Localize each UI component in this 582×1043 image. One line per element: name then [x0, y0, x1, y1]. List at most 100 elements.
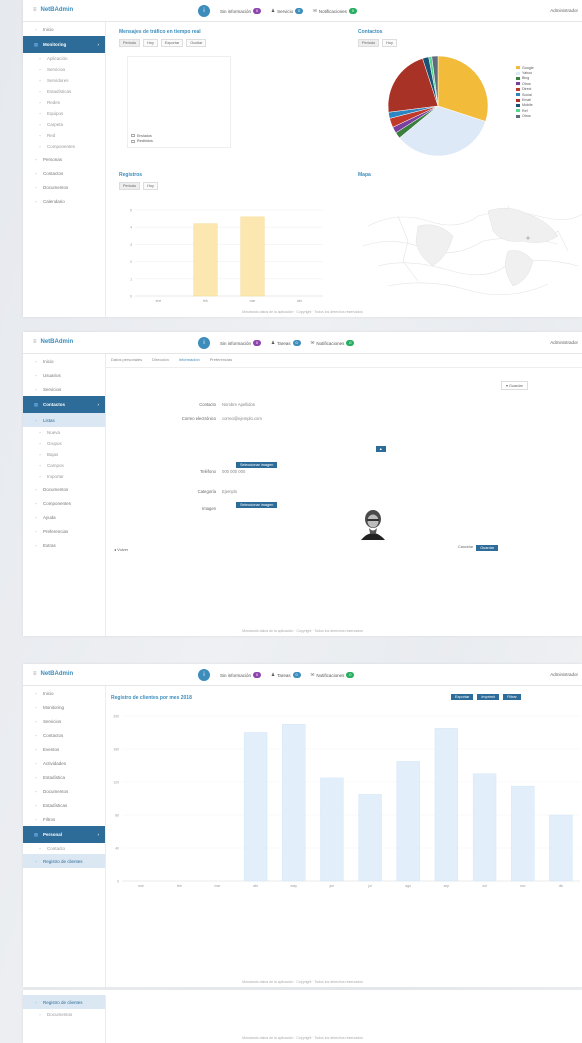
upload-image-button[interactable]: Seleccionar imagen — [236, 502, 278, 508]
nav-item-service[interactable]: ♟ Servicio 0 — [271, 8, 304, 14]
sidebar-item[interactable]: ◦ Contactos — [23, 166, 105, 180]
sidebar-item[interactable]: ◦ Red — [23, 130, 105, 141]
sidebar-item[interactable]: ◦ Calendario — [23, 194, 105, 208]
sidebar-item[interactable]: ◦ Componentes — [23, 141, 105, 152]
user-menu[interactable]: Administrador — [550, 672, 578, 677]
sidebar-item[interactable]: ◦ Extras — [23, 538, 105, 552]
sidebar-item[interactable]: ◦ Contactos — [23, 728, 105, 742]
sidebar-item[interactable]: ◦ Estadísticas — [23, 798, 105, 812]
sidebar-item[interactable]: ◦ Contacto — [23, 843, 105, 854]
sidebar-item[interactable]: ◦ Inicio — [23, 354, 105, 368]
bar[interactable] — [434, 728, 459, 882]
control-button[interactable]: Periodo — [358, 39, 380, 47]
info-icon[interactable]: i — [198, 5, 210, 17]
sidebar-item[interactable]: ◦ Aplicación — [23, 53, 105, 64]
control-button[interactable]: Hoy — [143, 39, 158, 47]
menu-icon[interactable]: ≡ — [33, 7, 37, 13]
sidebar-item[interactable]: ◦ Estadísticas — [23, 86, 105, 97]
bar[interactable] — [193, 223, 218, 297]
sidebar-item[interactable]: ◦ Grupos — [23, 438, 105, 449]
brand[interactable]: ≡ NetBAdmin — [33, 7, 73, 13]
sidebar-item[interactable]: ◦ Documentos — [23, 180, 105, 194]
sidebar-item[interactable]: ◦ Importar — [23, 471, 105, 482]
nav-item-service[interactable]: ♟ Tareas 0 — [271, 672, 301, 678]
tab[interactable]: Preferencias — [210, 357, 232, 362]
save-button[interactable]: Guardar — [476, 545, 499, 551]
bar[interactable] — [243, 732, 268, 882]
world-map[interactable] — [358, 186, 582, 311]
field-value[interactable]: 000 000 000 — [222, 469, 245, 474]
sidebar-item[interactable]: ◦ Servicios — [23, 64, 105, 75]
upload-button[interactable]: ▲ — [376, 446, 386, 452]
sidebar-item[interactable]: ◦ Estadística — [23, 770, 105, 784]
nav-item-info[interactable]: Sin información 0 — [220, 8, 262, 14]
tab[interactable]: Dirección — [152, 357, 169, 362]
control-button[interactable]: Hoy — [382, 39, 397, 47]
sidebar-item[interactable]: ◦ Componentes — [23, 496, 105, 510]
bar[interactable] — [358, 794, 382, 882]
field-value[interactable]: Ejemplo — [222, 489, 237, 494]
info-icon[interactable]: i — [198, 337, 210, 349]
sidebar-item[interactable]: ◦ Campos — [23, 460, 105, 471]
sidebar-item[interactable]: ◦ Registro de clientes — [23, 995, 105, 1009]
sidebar-item[interactable]: ◦ Documentos — [23, 1009, 105, 1020]
control-button[interactable]: Periodo — [119, 182, 141, 190]
bar[interactable] — [511, 785, 535, 882]
bar[interactable] — [320, 777, 344, 882]
brand[interactable]: ≡ NetBAdmin — [33, 339, 73, 345]
sidebar-item[interactable]: ◦ Nueva — [23, 427, 105, 438]
sidebar-item[interactable]: ◦ Bajas — [23, 449, 105, 460]
sidebar-item[interactable]: ◦ Listas — [23, 413, 105, 427]
sidebar-item[interactable]: ◦ Registro de clientes — [23, 854, 105, 868]
bar[interactable] — [240, 216, 265, 297]
control-button[interactable]: Ocultar — [186, 39, 207, 47]
sidebar-item[interactable]: ◦ Documentos — [23, 784, 105, 798]
sidebar-item[interactable]: ◦ Filtros — [23, 812, 105, 826]
field-value[interactable]: Nombre Apellidos — [222, 402, 255, 407]
sidebar-item[interactable]: ◦ Servicios — [23, 714, 105, 728]
nav-item-notifications[interactable]: ✉ Notificaciones 0 — [311, 672, 355, 678]
nav-item-info[interactable]: Sin información 0 — [220, 340, 262, 346]
sidebar-item[interactable]: ▦ Monitoring › — [23, 36, 105, 53]
toolbar-button[interactable]: Filtrar — [503, 694, 521, 700]
menu-icon[interactable]: ≡ — [33, 339, 37, 345]
sidebar-item[interactable]: ◦ Personas — [23, 152, 105, 166]
tab[interactable]: Información — [179, 357, 200, 362]
sidebar-item[interactable]: ◦ Inicio — [23, 22, 105, 36]
brand[interactable]: ≡ NetBAdmin — [33, 671, 73, 677]
sidebar-item[interactable]: ◦ Preferencias — [23, 524, 105, 538]
nav-item-notifications[interactable]: ✉ Notificaciones 0 — [311, 340, 355, 346]
control-button[interactable]: Hoy — [143, 182, 158, 190]
sidebar-item[interactable]: ◦ Carpeta — [23, 119, 105, 130]
search-button[interactable]: ▾ Guardar — [501, 381, 528, 390]
sidebar-item[interactable]: ◦ Documentos — [23, 482, 105, 496]
control-button[interactable]: Periodo — [119, 39, 141, 47]
cancel-button[interactable]: Cancelar — [458, 545, 473, 551]
nav-item-service[interactable]: ♟ Tareas 0 — [271, 340, 301, 346]
sidebar-item[interactable]: ◦ Servicios — [23, 382, 105, 396]
sidebar-item[interactable]: ◦ Monitoring — [23, 700, 105, 714]
tab[interactable]: Datos personales — [111, 357, 142, 362]
sidebar-item[interactable]: ◦ Actividades — [23, 756, 105, 770]
user-menu[interactable]: Administrador — [550, 340, 578, 345]
sidebar-item[interactable]: ◦ Eventos — [23, 742, 105, 756]
sidebar-item[interactable]: ◦ Usuarios — [23, 368, 105, 382]
field-value[interactable]: correo@ejemplo.com — [222, 416, 262, 421]
nav-item-info[interactable]: Sin información 0 — [220, 672, 262, 678]
sidebar-item[interactable]: ◦ Redes — [23, 97, 105, 108]
menu-icon[interactable]: ≡ — [33, 671, 37, 677]
toolbar-button[interactable]: Imprimir — [477, 694, 500, 700]
user-menu[interactable]: Administrador — [550, 8, 578, 13]
sidebar-item[interactable]: ◦ Servidores — [23, 75, 105, 86]
info-icon[interactable]: i — [198, 669, 210, 681]
bar[interactable] — [282, 724, 306, 882]
sidebar-item[interactable]: ▦ Contactos › — [23, 396, 105, 413]
nav-item-notifications[interactable]: ✉ Notificaciones 0 — [313, 8, 357, 14]
bar[interactable] — [472, 773, 497, 882]
sidebar-item[interactable]: ◦ Ayuda — [23, 510, 105, 524]
bar[interactable] — [396, 761, 420, 882]
select-image-button[interactable]: Seleccionar imagen — [236, 462, 278, 468]
back-link[interactable]: ◂ Volver — [114, 547, 128, 552]
sidebar-item[interactable]: ▦ Personal › — [23, 826, 105, 843]
sidebar-item[interactable]: ◦ Inicio — [23, 686, 105, 700]
